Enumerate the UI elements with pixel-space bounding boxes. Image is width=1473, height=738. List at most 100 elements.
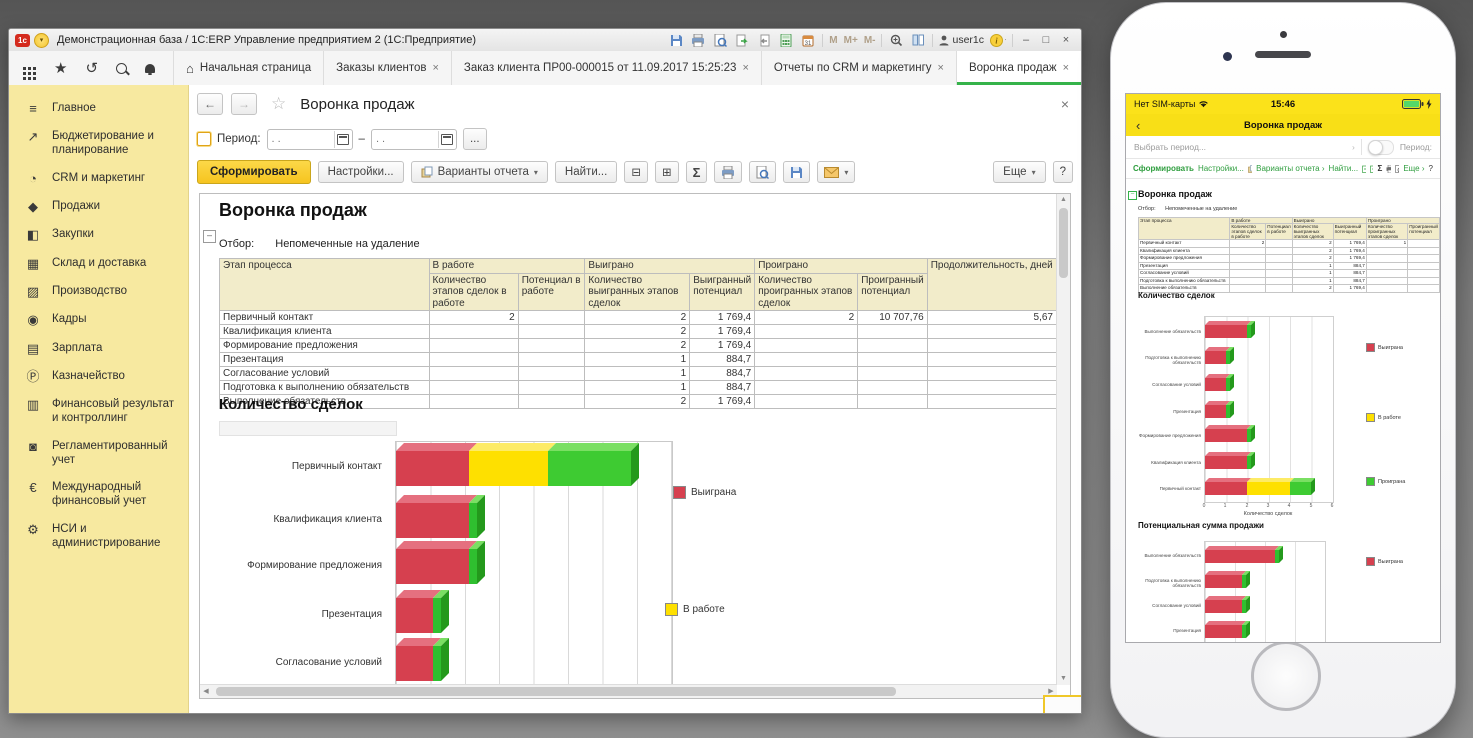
cell[interactable]: 1 769,4 [690, 325, 755, 339]
sidebar-item-regulated[interactable]: ◙Регламентированный учет [9, 433, 188, 475]
cell[interactable] [1366, 285, 1407, 293]
bar-segment-inwork[interactable] [469, 451, 548, 486]
cell[interactable] [755, 353, 858, 367]
sidebar-item-crm[interactable]: ◔CRM и маркетинг [9, 165, 188, 193]
print-icon[interactable] [690, 33, 706, 48]
cell[interactable]: 1 769,4 [1333, 285, 1366, 293]
cell[interactable] [1266, 240, 1292, 248]
bar-segment-edge[interactable] [1247, 429, 1251, 442]
bar-segment-edge[interactable] [469, 549, 477, 584]
cell[interactable] [1408, 270, 1440, 278]
cell[interactable]: 2 [1230, 240, 1266, 248]
col-won-potential[interactable]: Выигранный потенциал [1333, 224, 1366, 240]
vertical-scrollbar[interactable]: ▲ ▼ [1056, 194, 1070, 685]
cell[interactable]: 2 [1292, 255, 1333, 263]
bar-segment-won[interactable] [396, 451, 469, 486]
cell-stage[interactable]: Первичный контакт [220, 311, 430, 325]
cell[interactable] [927, 339, 1056, 353]
bar-segment-edge[interactable] [433, 646, 441, 681]
calendar-picker-button[interactable] [334, 131, 352, 148]
calendar-icon[interactable]: 31 [800, 33, 816, 48]
cell[interactable] [1230, 247, 1266, 255]
generate-button[interactable]: Сформировать [197, 160, 311, 184]
find-button[interactable]: Найти... [1329, 164, 1359, 173]
history-icon[interactable]: ↺ [85, 61, 98, 76]
sidebar-item-warehouse[interactable]: ▦Склад и доставка [9, 250, 188, 278]
cell[interactable]: 2 [585, 395, 690, 409]
col-lost-count[interactable]: Количество проигранных этапов сделок [1366, 224, 1407, 240]
cell[interactable] [1366, 277, 1407, 285]
receive-file-icon[interactable] [756, 33, 772, 48]
cell[interactable] [1366, 255, 1407, 263]
preview-icon[interactable] [1395, 165, 1399, 173]
cell[interactable]: 2 [585, 325, 690, 339]
cell[interactable] [518, 395, 585, 409]
bar-segment-won[interactable] [1205, 351, 1226, 364]
period-from-field[interactable] [267, 129, 353, 150]
memory-mminus-button[interactable]: M- [864, 35, 876, 46]
cell[interactable] [755, 339, 858, 353]
cell[interactable] [1266, 247, 1292, 255]
chart-bar[interactable] [1205, 456, 1251, 469]
collapse-groups-button[interactable]: ⊟ [624, 161, 648, 183]
cell[interactable]: 10 707,76 [858, 311, 928, 325]
cell[interactable] [858, 339, 928, 353]
cell[interactable] [1366, 262, 1407, 270]
sidebar-item-main[interactable]: ≡Главное [9, 95, 188, 123]
bar-segment-edge[interactable] [469, 503, 477, 538]
scroll-up-icon[interactable]: ▲ [1057, 194, 1070, 206]
bar-segment-edge[interactable] [1247, 456, 1251, 469]
chart-bar[interactable] [1205, 482, 1311, 495]
cell[interactable] [1408, 277, 1440, 285]
cell-stage[interactable]: Квалификация клиента [1139, 247, 1230, 255]
cell[interactable]: 884,7 [690, 353, 755, 367]
generate-button[interactable]: Сформировать [1133, 164, 1194, 173]
chart-bar[interactable] [1205, 405, 1230, 418]
cell[interactable] [1408, 240, 1440, 248]
sidebar-item-budgeting[interactable]: ↗Бюджетирование и планирование [9, 123, 188, 165]
save-result-button[interactable] [783, 161, 810, 183]
cell[interactable] [858, 367, 928, 381]
back-button[interactable]: ← [197, 93, 223, 115]
tab-crm-reports[interactable]: Отчеты по CRM и маркетингу × [761, 51, 956, 85]
memory-m-button[interactable]: M [829, 35, 837, 46]
table-row[interactable]: Формирование предложения21 769,4 [1139, 255, 1440, 263]
print-button[interactable] [714, 161, 742, 183]
zoom-icon[interactable] [888, 33, 904, 48]
chart-bar[interactable] [1205, 600, 1246, 613]
maximize-button[interactable]: □ [1039, 34, 1053, 46]
chart-bar[interactable] [396, 646, 441, 681]
cell[interactable]: 884,7 [1333, 270, 1366, 278]
sidebar-item-finresult[interactable]: ▥Финансовый результат и контроллинг [9, 391, 188, 433]
close-form-button[interactable]: × [1061, 96, 1073, 112]
home-button[interactable] [1251, 641, 1321, 711]
cell[interactable]: 1 [1366, 240, 1407, 248]
cell[interactable]: 2 [585, 311, 690, 325]
cell[interactable] [755, 367, 858, 381]
table-row[interactable]: Квалификация клиента21 769,4 [220, 325, 1057, 339]
col-duration[interactable]: Продолжительность, дней [927, 259, 1056, 311]
cell-stage[interactable]: Согласование условий [1139, 270, 1230, 278]
send-file-icon[interactable] [734, 33, 750, 48]
memory-mplus-button[interactable]: M+ [844, 35, 858, 46]
report-variants-button[interactable]: Варианты отчета ▾ [411, 161, 548, 183]
cell[interactable]: 1 [585, 381, 690, 395]
cell[interactable] [1408, 262, 1440, 270]
totals-sigma-button[interactable]: Σ [1377, 164, 1382, 173]
cell[interactable] [429, 381, 518, 395]
cell-stage[interactable]: Презентация [1139, 262, 1230, 270]
minimize-button[interactable]: – [1019, 34, 1033, 46]
chart-bar[interactable] [1205, 429, 1251, 442]
cell-stage[interactable]: Подготовка к выполнению обязательств [220, 381, 430, 395]
bar-segment-inwork[interactable] [1247, 482, 1290, 495]
cell[interactable]: 1 769,4 [690, 339, 755, 353]
bar-segment-won[interactable] [1205, 550, 1275, 563]
cell[interactable]: 2 [755, 311, 858, 325]
scroll-left-icon[interactable]: ◀ [200, 685, 212, 698]
cell[interactable] [1366, 247, 1407, 255]
cell[interactable]: 2 [429, 311, 518, 325]
cell[interactable] [927, 367, 1056, 381]
col-lost-potential[interactable]: Проигранный потенциал [1408, 224, 1440, 240]
cell[interactable] [927, 325, 1056, 339]
table-row[interactable]: Подготовка к выполнению обязательств1884… [220, 381, 1057, 395]
